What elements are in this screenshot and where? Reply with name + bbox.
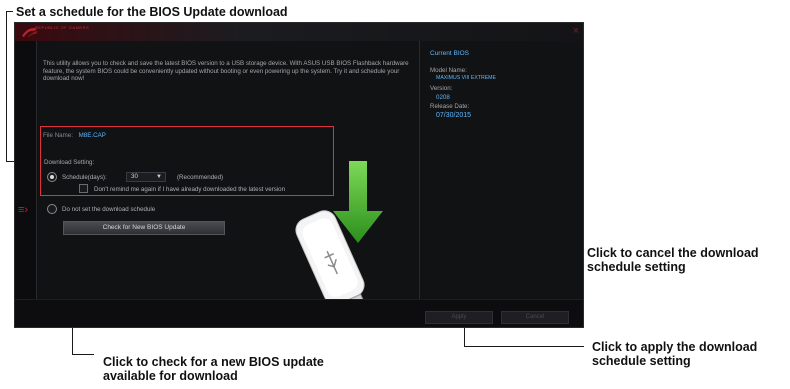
callout-apply-line1: Click to apply the download <box>592 340 758 354</box>
callout-cancel-line2: schedule setting <box>587 260 686 274</box>
callout-line-schedule-v <box>6 11 7 162</box>
release-date-label: Release Date: <box>430 103 470 110</box>
callout-check-line1: Click to check for a new BIOS update <box>103 355 324 369</box>
callout-line-schedule-h <box>6 11 13 12</box>
version-label: Version: <box>430 85 453 92</box>
no-schedule-radio[interactable] <box>47 204 57 214</box>
sidebar-expand-icon[interactable]: ≡› <box>18 204 28 216</box>
callout-check-line2: available for download <box>103 369 238 383</box>
cancel-button[interactable]: Cancel <box>501 311 569 324</box>
side-strip: ≡› <box>15 41 37 327</box>
no-schedule-label: Do not set the download schedule <box>62 206 156 213</box>
release-date-value: 07/30/2015 <box>436 112 472 119</box>
brand-text: REPUBLIC OF GAMERS <box>35 25 90 30</box>
callout-schedule: Set a schedule for the BIOS Update downl… <box>16 5 288 19</box>
callout-line-check-h <box>72 354 94 355</box>
current-bios-panel: Current BIOS Model Name: MAXIMUS VIII EX… <box>419 41 583 299</box>
apply-button[interactable]: Apply <box>425 311 493 324</box>
title-bar: REPUBLIC OF GAMERS × <box>15 23 583 41</box>
close-icon[interactable]: × <box>573 24 579 38</box>
current-bios-heading: Current BIOS <box>430 50 470 57</box>
description-text: This utility allows you to check and sav… <box>43 60 409 82</box>
check-bios-update-button[interactable]: Check for New BIOS Update <box>63 221 225 235</box>
callout-apply: Click to apply the download schedule set… <box>592 340 757 368</box>
version-value: 0208 <box>436 94 450 101</box>
footer-bar: Apply Cancel <box>15 299 583 327</box>
download-setting-highlight <box>40 126 334 196</box>
callout-check: Click to check for a new BIOS update ava… <box>103 355 324 383</box>
callout-cancel-line1: Click to cancel the download <box>587 246 759 260</box>
model-name-label: Model Name: <box>430 67 467 74</box>
model-name-value: MAXIMUS VIII EXTREME <box>436 75 496 81</box>
callout-line-apply-h <box>464 346 584 347</box>
callout-cancel: Click to cancel the download schedule se… <box>587 246 759 274</box>
callout-apply-line2: schedule setting <box>592 354 691 368</box>
